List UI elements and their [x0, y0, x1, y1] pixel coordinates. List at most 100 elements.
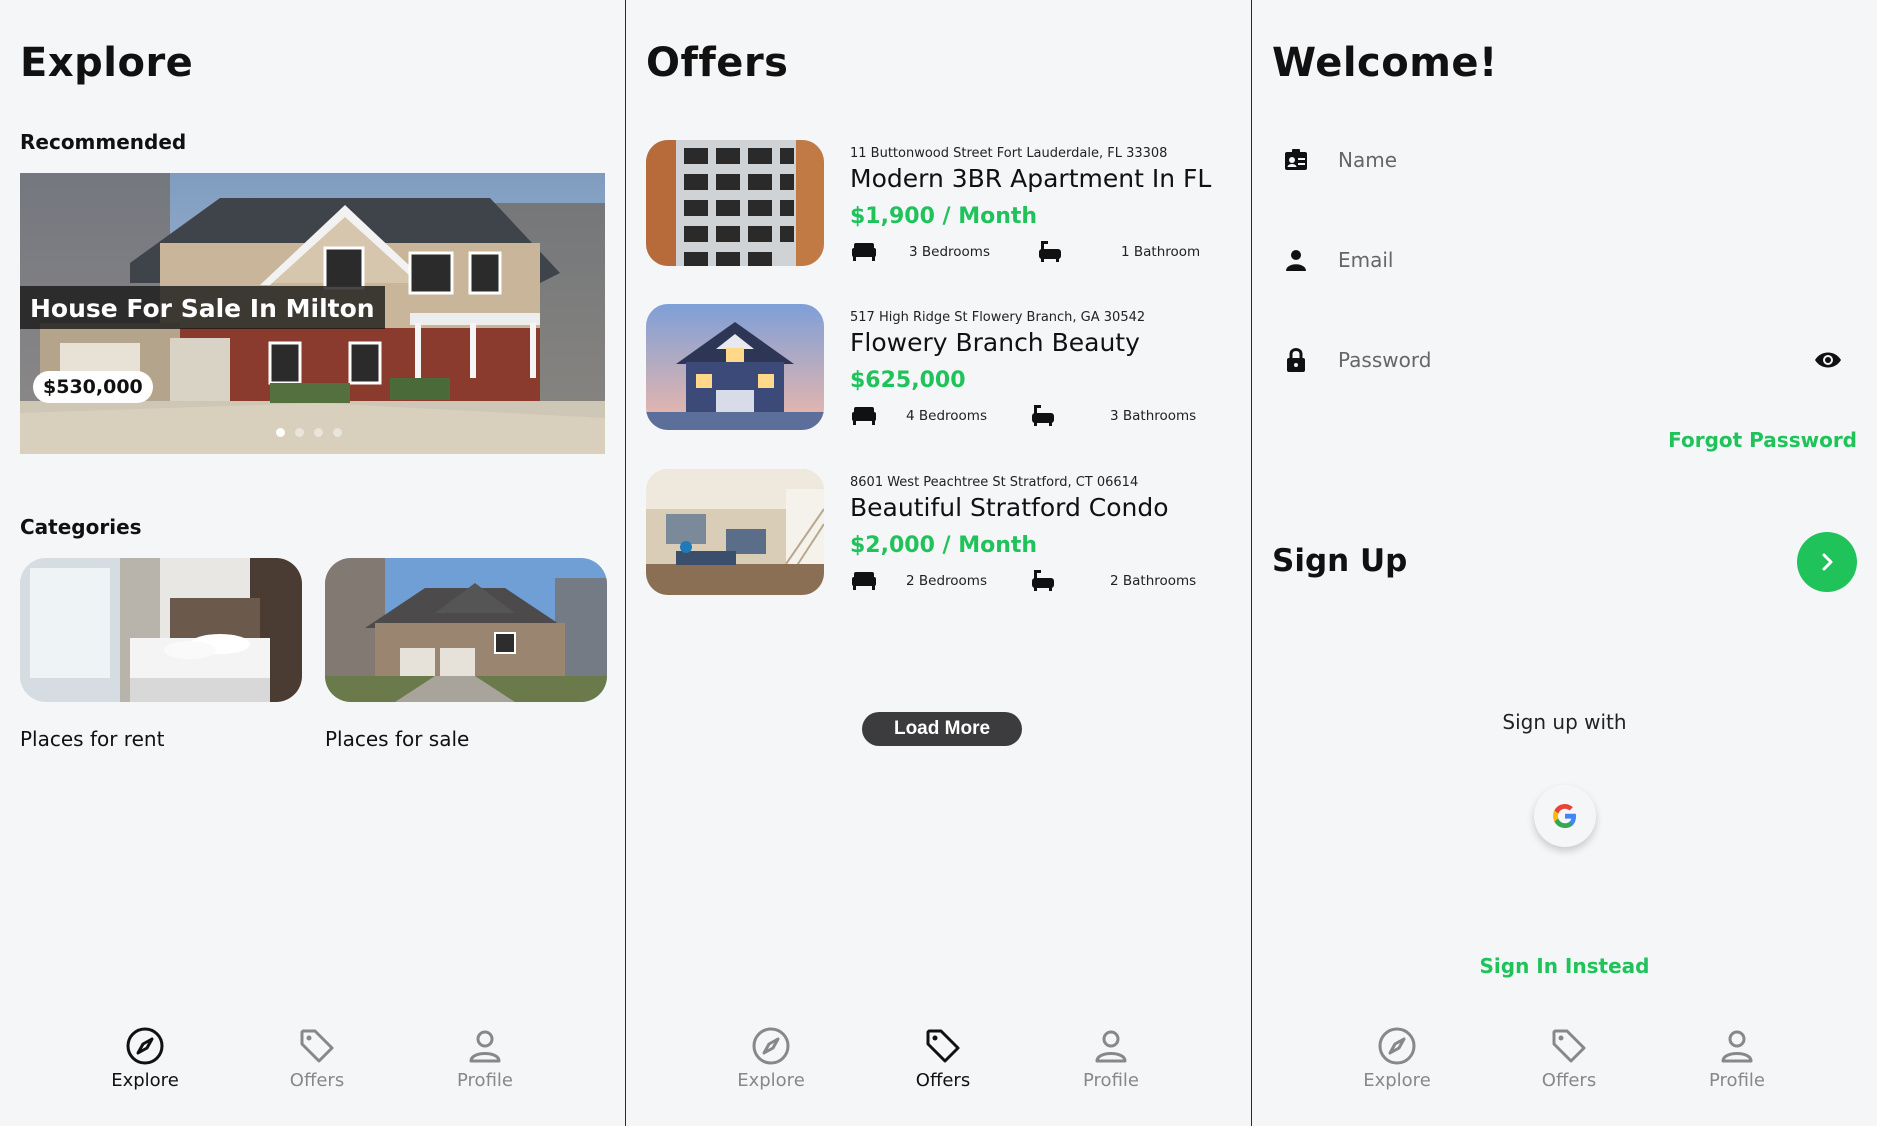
nav-offers[interactable]: Offers [883, 1026, 1003, 1091]
google-sign-up-button[interactable] [1534, 785, 1596, 847]
category-sale-label: Places for sale [325, 727, 470, 751]
offer-bathrooms: 2 Bathrooms [1110, 573, 1197, 589]
bottom-nav: Explore Offers Profile [626, 1016, 1251, 1126]
bathtub-icon [1039, 241, 1061, 262]
category-sale-card[interactable] [325, 558, 607, 702]
person-icon [469, 1030, 501, 1063]
bedroom-photo [20, 558, 302, 702]
nav-profile-label: Profile [1709, 1070, 1765, 1091]
compass-icon [752, 1027, 790, 1065]
name-input[interactable] [1338, 142, 1778, 178]
category-rent-label: Places for rent [20, 727, 165, 751]
offer-card[interactable]: 8601 West Peachtree St Stratford, CT 066… [646, 469, 1236, 595]
password-input[interactable] [1338, 342, 1778, 378]
nav-explore[interactable]: Explore [1337, 1026, 1457, 1091]
nav-explore[interactable]: Explore [711, 1026, 831, 1091]
offer-price: $625,000 [850, 368, 966, 393]
stone-house-photo [325, 558, 607, 702]
tag-icon [300, 1029, 334, 1063]
page-title: Offers [646, 40, 789, 86]
recommended-heading: Recommended [20, 130, 187, 154]
offer-image [646, 469, 824, 595]
offer-bathrooms: 3 Bathrooms [1110, 408, 1197, 424]
offer-title: Flowery Branch Beauty [850, 328, 1140, 357]
carousel-dot[interactable] [276, 428, 285, 437]
offer-bedrooms: 2 Bedrooms [906, 573, 987, 589]
eye-icon[interactable] [1813, 348, 1843, 372]
nav-profile[interactable]: Profile [1051, 1026, 1171, 1091]
explore-screen: Explore Recommended House For Sale In Mi… [0, 0, 626, 1126]
nav-explore-label: Explore [1363, 1070, 1431, 1091]
hero-price-badge: $530,000 [33, 371, 153, 403]
carousel-dot[interactable] [333, 428, 342, 437]
email-field [1272, 240, 1857, 280]
bottom-nav: Explore Offers Profile [0, 1016, 625, 1126]
carousel-dot[interactable] [314, 428, 323, 437]
offers-screen: Offers 11 Buttonwood Street Fort Lauderd… [626, 0, 1252, 1126]
sign-up-submit-button[interactable] [1797, 532, 1857, 592]
condo-interior-photo [646, 469, 824, 595]
offer-image [646, 304, 824, 430]
name-field [1272, 140, 1857, 180]
nav-offers[interactable]: Offers [1509, 1026, 1629, 1091]
offer-bedrooms: 3 Bedrooms [909, 244, 990, 260]
email-input[interactable] [1338, 242, 1778, 278]
recommended-carousel[interactable]: House For Sale In Milton $530,000 [20, 173, 605, 454]
bed-icon [852, 243, 876, 261]
compass-icon [126, 1027, 164, 1065]
sign-up-with-label: Sign up with [1502, 710, 1627, 734]
person-icon [1286, 250, 1306, 271]
bed-icon [852, 407, 876, 425]
bottom-nav: Explore Offers Profile [1252, 1016, 1877, 1126]
nav-profile[interactable]: Profile [1677, 1026, 1797, 1091]
page-title: Welcome! [1272, 40, 1498, 86]
offer-title: Beautiful Stratford Condo [850, 493, 1169, 522]
offer-address: 8601 West Peachtree St Stratford, CT 066… [850, 475, 1139, 490]
welcome-screen: Welcome! Name Email Forgot Password Sign… [1252, 0, 1877, 1126]
nav-profile-label: Profile [457, 1070, 513, 1091]
sign-up-heading: Sign Up [1272, 543, 1408, 579]
categories-heading: Categories [20, 515, 142, 539]
nav-profile-label: Profile [1083, 1070, 1139, 1091]
page-title: Explore [20, 40, 194, 86]
carousel-dot[interactable] [295, 428, 304, 437]
hero-title: House For Sale In Milton [20, 286, 385, 329]
bed-icon [852, 572, 876, 590]
offer-price: $1,900 / Month [850, 204, 1038, 229]
category-rent-card[interactable] [20, 558, 302, 702]
nav-offers[interactable]: Offers [257, 1026, 377, 1091]
person-icon [1721, 1030, 1753, 1063]
offer-card[interactable]: 517 High Ridge St Flowery Branch, GA 305… [646, 304, 1236, 430]
forgot-password-link[interactable]: Forgot Password [1668, 428, 1857, 452]
sign-in-instead-link[interactable]: Sign In Instead [1252, 954, 1877, 978]
nav-offers-label: Offers [289, 1070, 345, 1091]
person-icon [1095, 1030, 1127, 1063]
tag-icon [1552, 1029, 1586, 1063]
offer-price: $2,000 / Month [850, 533, 1038, 558]
compass-icon [1378, 1027, 1416, 1065]
offer-bathrooms: 1 Bathroom [1121, 244, 1201, 260]
nav-explore[interactable]: Explore [85, 1026, 205, 1091]
tag-icon [926, 1029, 960, 1063]
offer-address: 517 High Ridge St Flowery Branch, GA 305… [850, 310, 1146, 325]
nav-explore-label: Explore [111, 1070, 179, 1091]
offer-address: 11 Buttonwood Street Fort Lauderdale, FL… [850, 146, 1168, 161]
password-field [1272, 340, 1857, 380]
nav-explore-label: Explore [737, 1070, 805, 1091]
carousel-dots [276, 428, 342, 437]
offer-card[interactable]: 11 Buttonwood Street Fort Lauderdale, FL… [646, 140, 1236, 266]
offer-title: Modern 3BR Apartment In FL [850, 164, 1212, 193]
nav-profile[interactable]: Profile [425, 1026, 545, 1091]
load-more-button[interactable]: Load More [862, 712, 1022, 746]
nav-offers-label: Offers [915, 1070, 971, 1091]
lock-icon [1287, 348, 1305, 372]
google-icon [1553, 804, 1576, 828]
apartment-building-photo [646, 140, 824, 266]
bathtub-icon [1032, 570, 1054, 591]
offer-image [646, 140, 824, 266]
offer-bedrooms: 4 Bedrooms [906, 408, 987, 424]
blue-house-photo [646, 304, 824, 430]
bathtub-icon [1032, 405, 1054, 426]
nav-offers-label: Offers [1541, 1070, 1597, 1091]
id-badge-icon [1285, 149, 1307, 170]
